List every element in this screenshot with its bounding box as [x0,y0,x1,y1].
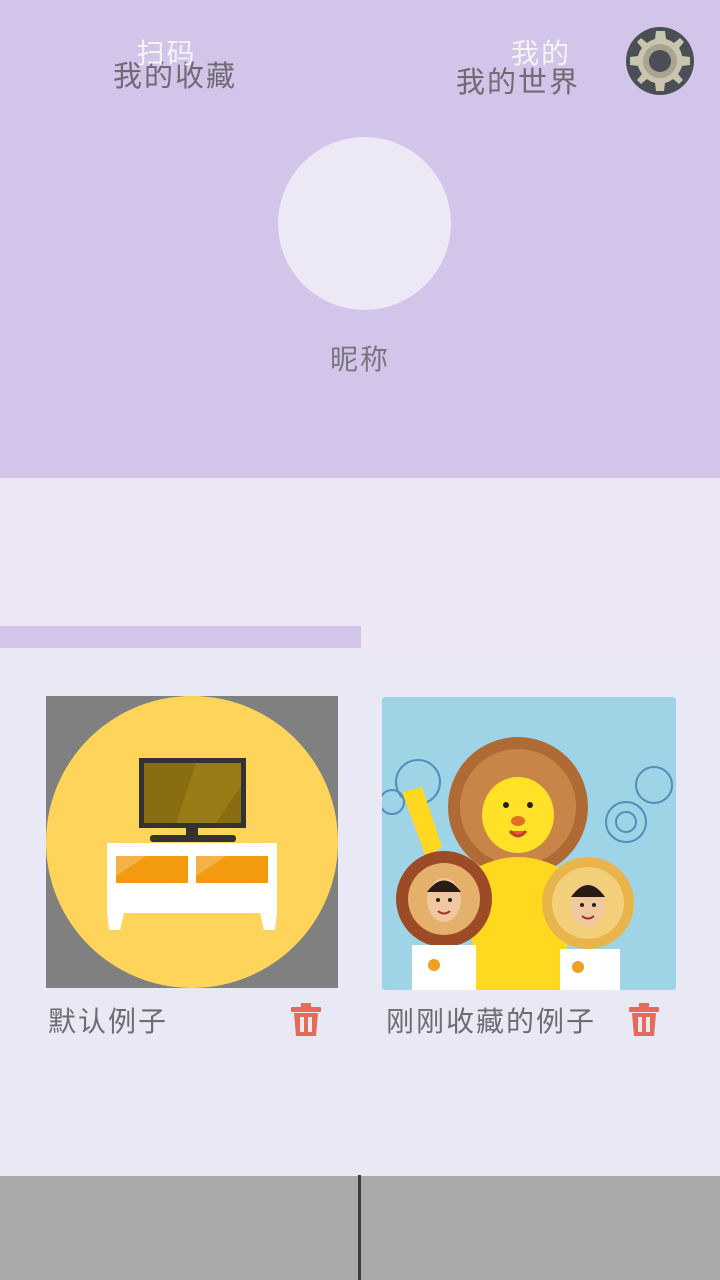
trash-icon [629,1003,659,1036]
tv-cabinet-icon [46,696,338,988]
favorite-thumbnail-default[interactable] [46,696,338,988]
delete-button-default[interactable] [290,1002,322,1038]
delete-button-recent[interactable] [628,1002,660,1038]
nickname-label: 昵称 [329,343,390,376]
nav-scan-button[interactable]: 扫码 [0,0,333,104]
active-tab-indicator [0,626,361,648]
avatar[interactable] [278,137,451,310]
favorite-thumbnail-recent[interactable] [382,697,676,990]
tab-bar [0,478,720,650]
nav-divider [358,1175,361,1280]
favorite-label-recent: 刚刚收藏的例子 [386,1005,597,1038]
favorite-label-default: 默认例子 [48,1005,169,1038]
mascot-photo [382,697,676,990]
trash-icon [291,1003,321,1036]
nav-mine-button[interactable]: 我的 [362,0,720,104]
